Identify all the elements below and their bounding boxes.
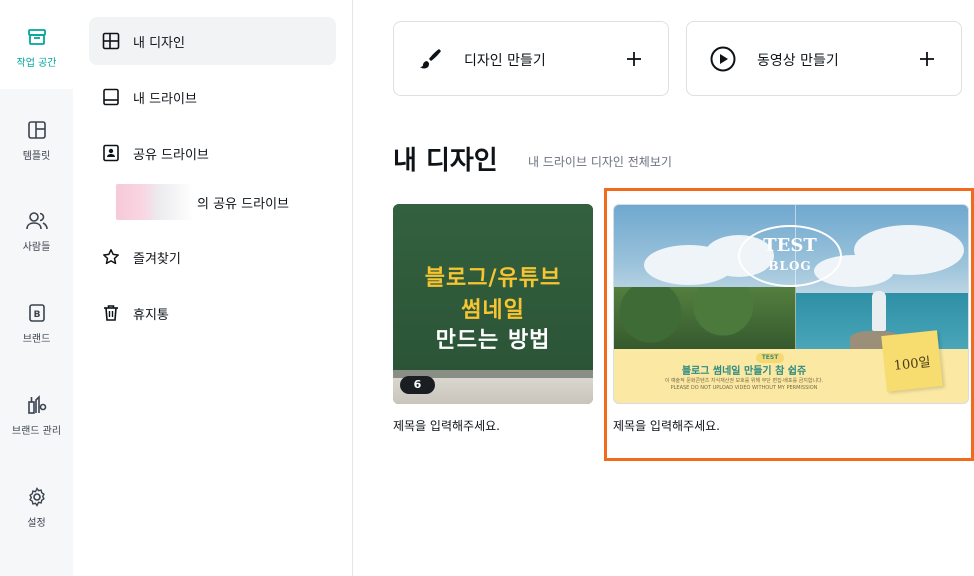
design-card-thumbnail[interactable]: 블로그/유튜브 썸네일 만드는 방법 6 <box>393 204 593 404</box>
nav-item-label: 의 공유 드라이브 <box>197 197 289 212</box>
nav-item-my-drive[interactable]: 내 드라이브 <box>89 73 336 121</box>
rail-item-template[interactable]: 템플릿 <box>0 119 73 199</box>
workspace-icon <box>0 26 73 48</box>
nav-item-label: 내 드라이브 <box>133 92 197 107</box>
rail-item-brand-manage[interactable]: 브랜드 관리 <box>0 394 73 474</box>
rail-label-brand-manage: 브랜드 관리 <box>11 426 62 437</box>
create-design-button[interactable]: 디자인 만들기 <box>393 21 669 96</box>
nav-item-team-shared-drive[interactable]: 의 공유 드라이브 <box>116 184 336 220</box>
redacted-team-name <box>116 184 194 220</box>
thumb-text-line: 만드는 방법 <box>435 328 551 353</box>
nav-item-shared-drive[interactable]: 공유 드라이브 <box>89 129 336 177</box>
secondary-nav: 내 디자인 내 드라이브 공유 드라이브 의 공유 드라이브 즐겨찾기 휴지통 <box>73 0 353 576</box>
rail-item-people[interactable]: 사람들 <box>0 210 73 290</box>
shared-drive-icon <box>102 144 120 162</box>
brand-manage-icon <box>0 394 73 416</box>
rail-item-brand[interactable]: B 브랜드 <box>0 302 73 382</box>
nav-item-label: 휴지통 <box>133 308 169 323</box>
rail-label-settings: 설정 <box>27 518 46 529</box>
trash-icon <box>102 304 120 322</box>
nav-item-label: 즐겨찾기 <box>133 252 181 267</box>
nav-item-label: 공유 드라이브 <box>133 148 209 163</box>
nav-item-my-designs[interactable]: 내 디자인 <box>89 17 336 65</box>
section-title: 내 디자인 <box>393 146 498 176</box>
people-icon <box>0 210 73 232</box>
create-design-label: 디자인 만들기 <box>464 53 546 69</box>
svg-text:B: B <box>33 310 40 320</box>
page-count-badge: 6 <box>400 376 435 394</box>
create-video-label: 동영상 만들기 <box>757 53 839 69</box>
brand-icon: B <box>0 302 73 324</box>
rail-label-people: 사람들 <box>22 242 51 253</box>
rail-label-brand: 브랜드 <box>22 334 51 345</box>
template-icon <box>0 119 73 141</box>
nav-item-label: 내 디자인 <box>133 36 185 51</box>
plus-icon <box>915 47 939 71</box>
gear-icon <box>0 486 73 508</box>
thumb-text-line: 블로그/유튜브 <box>424 266 562 291</box>
thumb-text-line: 썸네일 <box>461 298 525 323</box>
rail-item-workspace[interactable]: 작업 공간 <box>0 26 73 106</box>
drive-icon <box>102 88 120 106</box>
star-icon <box>102 248 120 266</box>
view-all-link[interactable]: 내 드라이브 디자인 전체보기 <box>528 153 672 170</box>
brush-icon <box>416 45 444 73</box>
layout-icon <box>102 32 120 50</box>
design-card-title[interactable]: 제목을 입력해주세요. <box>393 417 500 434</box>
selection-highlight <box>604 188 974 461</box>
play-circle-icon <box>709 45 737 73</box>
rail-label-workspace: 작업 공간 <box>16 58 57 69</box>
create-video-button[interactable]: 동영상 만들기 <box>686 21 962 96</box>
plus-icon <box>622 47 646 71</box>
rail-item-settings[interactable]: 설정 <box>0 486 73 566</box>
nav-item-favorites[interactable]: 즐겨찾기 <box>89 233 336 281</box>
rail-label-template: 템플릿 <box>22 151 51 162</box>
nav-item-trash[interactable]: 휴지통 <box>89 289 336 337</box>
left-rail: 작업 공간 템플릿 사람들 B 브랜드 브랜드 관리 설정 <box>0 0 73 576</box>
